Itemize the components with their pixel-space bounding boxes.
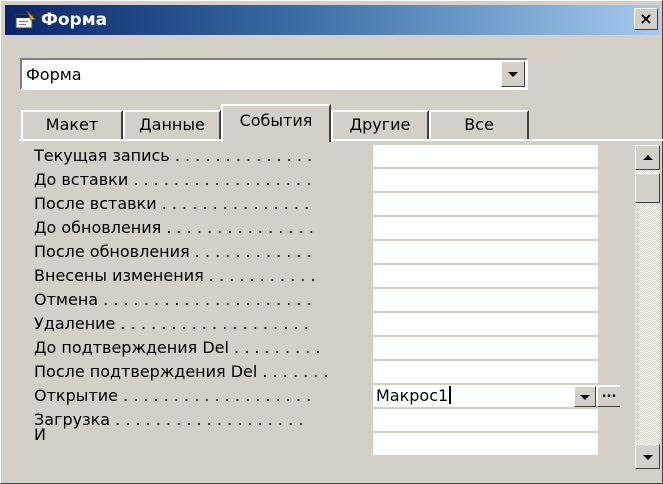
property-value-field[interactable] xyxy=(373,217,598,240)
property-grid: Текущая запись . . . . . . . . . . . . .… xyxy=(20,145,620,475)
property-value: Макрос1 xyxy=(376,386,449,405)
builder-button[interactable]: ... xyxy=(597,386,620,407)
property-label: И xyxy=(34,425,46,444)
property-row: После подтверждения Del . . . . . . . xyxy=(20,361,620,385)
tab-label: Данные xyxy=(139,115,205,134)
property-value-field[interactable] xyxy=(373,361,598,384)
tab-label: События xyxy=(239,111,313,130)
property-label: До подтверждения Del . . . . . . . . . xyxy=(34,338,321,357)
property-value-field[interactable] xyxy=(373,265,598,288)
tab-other[interactable]: Другие xyxy=(331,110,429,140)
property-row: И xyxy=(20,425,620,457)
close-button[interactable]: × xyxy=(634,8,658,30)
property-label: После подтверждения Del . . . . . . . xyxy=(34,362,329,381)
property-label: После обновления . . . . . . . . . . . . xyxy=(34,242,312,261)
property-value-field[interactable] xyxy=(373,433,598,456)
object-selector-value: Форма xyxy=(26,65,82,84)
property-label: Отмена . . . . . . . . . . . . . . . . .… xyxy=(34,290,312,309)
tab-data[interactable]: Данные xyxy=(123,110,221,140)
property-label: До вставки . . . . . . . . . . . . . . .… xyxy=(34,170,312,189)
property-value-field[interactable] xyxy=(373,169,598,192)
property-label: После вставки . . . . . . . . . . . . . … xyxy=(34,194,310,213)
tab-label: Другие xyxy=(349,115,411,134)
property-value-field[interactable] xyxy=(373,409,598,432)
property-row: До подтверждения Del . . . . . . . . . xyxy=(20,337,620,361)
property-label: До обновления . . . . . . . . . . . . . … xyxy=(34,218,314,237)
ellipsis-icon: ... xyxy=(601,386,617,401)
tab-strip: Макет Данные События Другие Все xyxy=(21,104,541,142)
property-row: После обновления . . . . . . . . . . . . xyxy=(20,241,620,265)
property-row: До вставки . . . . . . . . . . . . . . .… xyxy=(20,169,620,193)
scroll-thumb[interactable] xyxy=(635,173,660,203)
property-value-field[interactable] xyxy=(373,337,598,360)
arrow-up-icon xyxy=(642,154,653,160)
property-label: Открытие . . . . . . . . . . . . . . . .… xyxy=(34,386,312,405)
close-icon: × xyxy=(639,9,653,28)
property-label: Текущая запись . . . . . . . . . . . . .… xyxy=(34,146,313,165)
on-open-dropdown-button[interactable] xyxy=(574,386,596,407)
form-properties-icon xyxy=(15,10,37,30)
property-row: Удаление . . . . . . . . . . . . . . . .… xyxy=(20,313,620,337)
property-row-on-open: Открытие . . . . . . . . . . . . . . . .… xyxy=(20,385,620,409)
text-cursor xyxy=(449,386,452,404)
property-row: После вставки . . . . . . . . . . . . . … xyxy=(20,193,620,217)
title-bar[interactable]: Форма × xyxy=(5,5,660,35)
property-value-field[interactable] xyxy=(373,145,598,168)
property-label: Внесены изменения . . . . . . . . . . . xyxy=(34,266,316,285)
chevron-down-icon xyxy=(580,394,590,400)
tab-label: Макет xyxy=(45,115,99,134)
chevron-down-icon xyxy=(508,72,518,77)
tab-events[interactable]: События xyxy=(221,104,331,142)
property-value-field[interactable] xyxy=(373,241,598,264)
scroll-up-button[interactable] xyxy=(635,145,660,170)
property-sheet-window: Форма × Форма Макет Данные События Други… xyxy=(0,0,663,484)
property-row: Текущая запись . . . . . . . . . . . . .… xyxy=(20,145,620,169)
window-title: Форма xyxy=(41,10,108,30)
property-label: Удаление . . . . . . . . . . . . . . . .… xyxy=(34,314,309,333)
property-row: До обновления . . . . . . . . . . . . . … xyxy=(20,217,620,241)
vertical-scrollbar[interactable] xyxy=(635,145,660,469)
property-row: Отмена . . . . . . . . . . . . . . . . .… xyxy=(20,289,620,313)
property-row: Внесены изменения . . . . . . . . . . . xyxy=(20,265,620,289)
object-selector[interactable]: Форма xyxy=(20,58,528,90)
tab-layout[interactable]: Макет xyxy=(21,110,123,140)
property-value-field[interactable] xyxy=(373,289,598,312)
arrow-down-icon xyxy=(642,454,653,460)
on-open-macro-field[interactable]: Макрос1 ... xyxy=(373,385,620,408)
tab-all[interactable]: Все xyxy=(429,110,529,140)
property-value-field[interactable] xyxy=(373,193,598,216)
property-value-field[interactable] xyxy=(373,313,598,336)
tab-label: Все xyxy=(464,115,494,134)
scroll-down-button[interactable] xyxy=(635,444,660,469)
object-selector-dropdown-button[interactable] xyxy=(501,61,525,87)
